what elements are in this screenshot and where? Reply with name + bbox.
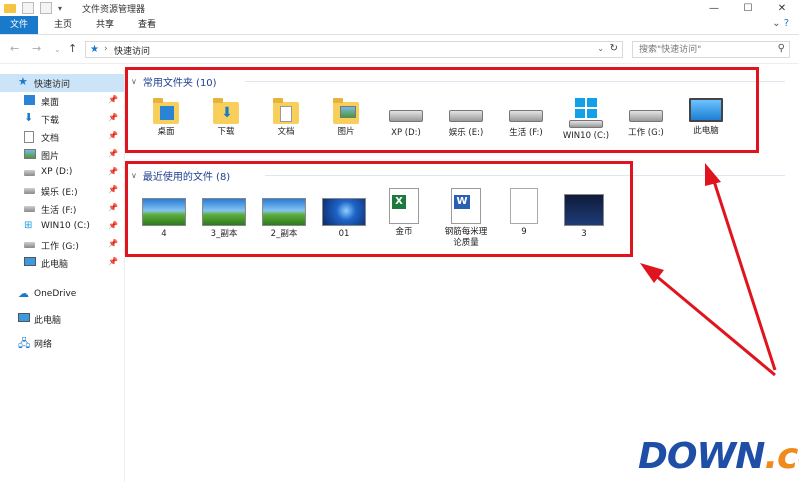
annotation-arrows (640, 163, 777, 377)
annotation-arrow-line (654, 273, 776, 377)
watermark-logo: DOWN .cc (638, 434, 799, 478)
annotation-arrowhead (705, 163, 721, 186)
annotation-arrow-line (711, 177, 777, 371)
watermark-part2: .cc (764, 435, 799, 477)
watermark-part1: DOWN (638, 435, 765, 477)
